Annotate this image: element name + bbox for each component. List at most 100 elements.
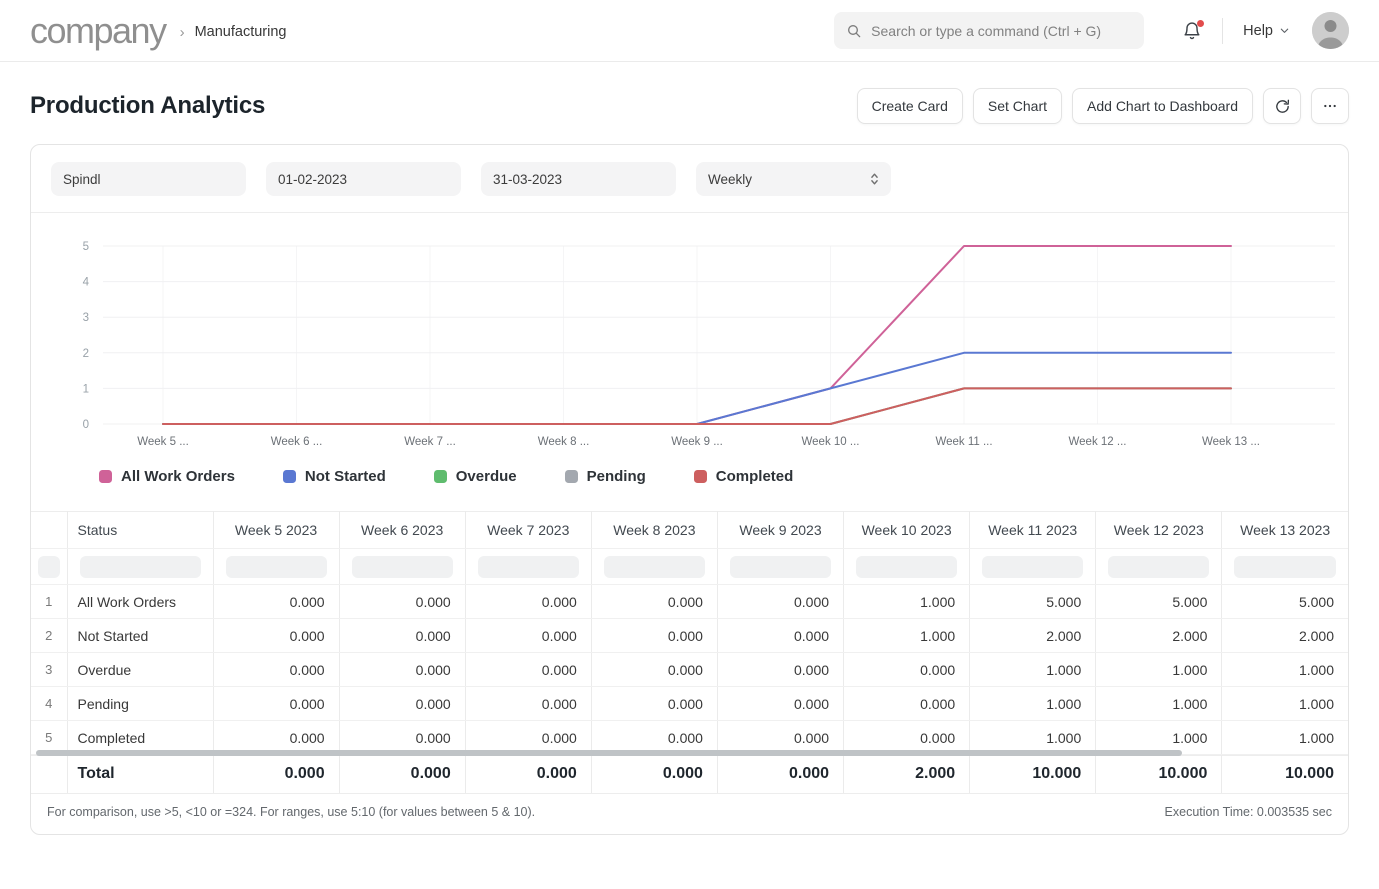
search-placeholder: Search or type a command (Ctrl + G) <box>871 23 1101 39</box>
total-value-cell: 2.000 <box>844 756 970 793</box>
value-cell: 0.000 <box>844 687 970 721</box>
legend-item: Pending <box>565 468 646 485</box>
column-header[interactable]: Week 10 2023 <box>844 512 970 549</box>
value-cell: 0.000 <box>339 687 465 721</box>
value-cell: 0.000 <box>591 619 717 653</box>
value-cell: 0.000 <box>465 653 591 687</box>
from-date-filter-input[interactable]: 01-02-2023 <box>266 162 461 196</box>
set-chart-button[interactable]: Set Chart <box>973 88 1062 124</box>
value-cell: 0.000 <box>213 619 339 653</box>
value-cell: 1.000 <box>1096 653 1222 687</box>
refresh-button[interactable] <box>1263 88 1301 124</box>
status-cell: Pending <box>67 687 213 721</box>
filter-hint-text: For comparison, use >5, <10 or =324. For… <box>47 805 535 819</box>
column-filter-input[interactable] <box>226 556 327 578</box>
table-row: 1All Work Orders0.0000.0000.0000.0000.00… <box>31 585 1348 619</box>
table-row: 3Overdue0.0000.0000.0000.0000.0000.0001.… <box>31 653 1348 687</box>
filter-cell <box>844 549 970 585</box>
column-header[interactable]: Week 9 2023 <box>717 512 843 549</box>
horizontal-scrollbar-thumb[interactable] <box>36 750 1182 756</box>
value-cell: 5.000 <box>970 585 1096 619</box>
add-chart-to-dashboard-button[interactable]: Add Chart to Dashboard <box>1072 88 1253 124</box>
value-cell: 1.000 <box>1222 721 1348 755</box>
breadcrumb[interactable]: Manufacturing <box>195 24 287 40</box>
create-card-button[interactable]: Create Card <box>857 88 963 124</box>
chart-area: 012345Week 5 ...Week 6 ...Week 7 ...Week… <box>31 213 1348 511</box>
chevron-down-icon <box>1279 25 1290 36</box>
column-filter-input[interactable] <box>856 556 957 578</box>
row-index: 2 <box>31 619 67 653</box>
column-header[interactable]: Week 7 2023 <box>465 512 591 549</box>
column-header[interactable]: Week 12 2023 <box>1096 512 1222 549</box>
column-header[interactable]: Week 6 2023 <box>339 512 465 549</box>
notifications-button[interactable] <box>1182 21 1202 41</box>
legend-swatch-icon <box>694 470 707 483</box>
total-value-cell: 10.000 <box>1222 756 1348 793</box>
filter-cell <box>339 549 465 585</box>
legend-label: Not Started <box>305 468 386 485</box>
value-cell: 1.000 <box>1222 653 1348 687</box>
column-filter-input[interactable] <box>352 556 453 578</box>
column-header[interactable]: Week 5 2023 <box>213 512 339 549</box>
report-card: Spindl 01-02-2023 31-03-2023 Weekly 0123… <box>30 144 1349 835</box>
value-cell: 2.000 <box>1096 619 1222 653</box>
filter-bar: Spindl 01-02-2023 31-03-2023 Weekly <box>31 145 1348 213</box>
x-axis-label: Week 13 ... <box>1202 436 1260 448</box>
x-axis-label: Week 6 ... <box>271 436 323 448</box>
user-photo-icon <box>1312 12 1349 49</box>
column-filter-input[interactable] <box>604 556 705 578</box>
line-chart: 012345Week 5 ...Week 6 ...Week 7 ...Week… <box>33 229 1349 451</box>
more-menu-button[interactable] <box>1311 88 1349 124</box>
column-header[interactable]: Week 8 2023 <box>591 512 717 549</box>
legend-item: Completed <box>694 468 794 485</box>
filter-cell <box>31 549 67 585</box>
status-cell: Overdue <box>67 653 213 687</box>
value-cell: 0.000 <box>717 687 843 721</box>
app-logo[interactable]: company <box>30 13 166 49</box>
value-cell: 0.000 <box>717 653 843 687</box>
column-filter-input[interactable] <box>1108 556 1209 578</box>
legend-item: All Work Orders <box>99 468 235 485</box>
avatar[interactable] <box>1312 12 1349 49</box>
column-header[interactable]: Status <box>67 512 213 549</box>
work-order-filter-input[interactable]: Spindl <box>51 162 246 196</box>
nav-divider <box>1222 18 1223 44</box>
help-menu[interactable]: Help <box>1243 23 1290 39</box>
column-filter-input[interactable] <box>478 556 579 578</box>
legend-swatch-icon <box>434 470 447 483</box>
value-cell: 0.000 <box>717 585 843 619</box>
column-header[interactable]: Week 13 2023 <box>1222 512 1348 549</box>
column-filter-input[interactable] <box>730 556 831 578</box>
y-axis-label: 2 <box>83 348 89 360</box>
y-axis-label: 3 <box>83 312 89 324</box>
value-cell: 0.000 <box>465 585 591 619</box>
legend-label: Overdue <box>456 468 517 485</box>
legend-label: All Work Orders <box>121 468 235 485</box>
column-filter-input[interactable] <box>982 556 1083 578</box>
top-navbar: company › Manufacturing Search or type a… <box>0 0 1379 62</box>
total-value-cell: 0.000 <box>339 756 465 793</box>
value-cell: 0.000 <box>339 585 465 619</box>
x-axis-label: Week 11 ... <box>935 436 992 448</box>
value-cell: 1.000 <box>844 585 970 619</box>
column-header[interactable]: Week 11 2023 <box>970 512 1096 549</box>
range-select[interactable]: Weekly <box>696 162 891 196</box>
legend-item: Not Started <box>283 468 386 485</box>
to-date-filter-input[interactable]: 31-03-2023 <box>481 162 676 196</box>
value-cell: 1.000 <box>844 619 970 653</box>
filter-cell <box>717 549 843 585</box>
row-index: 1 <box>31 585 67 619</box>
global-search-input[interactable]: Search or type a command (Ctrl + G) <box>834 12 1144 49</box>
legend-swatch-icon <box>565 470 578 483</box>
column-filter-input[interactable] <box>38 556 60 578</box>
legend-label: Completed <box>716 468 794 485</box>
column-filter-input[interactable] <box>80 556 201 578</box>
value-cell: 0.000 <box>213 687 339 721</box>
value-cell: 0.000 <box>717 619 843 653</box>
column-filter-input[interactable] <box>1234 556 1336 578</box>
total-value-cell: 0.000 <box>465 756 591 793</box>
notification-dot <box>1197 20 1204 27</box>
status-cell: Not Started <box>67 619 213 653</box>
value-cell: 5.000 <box>1222 585 1348 619</box>
value-cell: 2.000 <box>1222 619 1348 653</box>
